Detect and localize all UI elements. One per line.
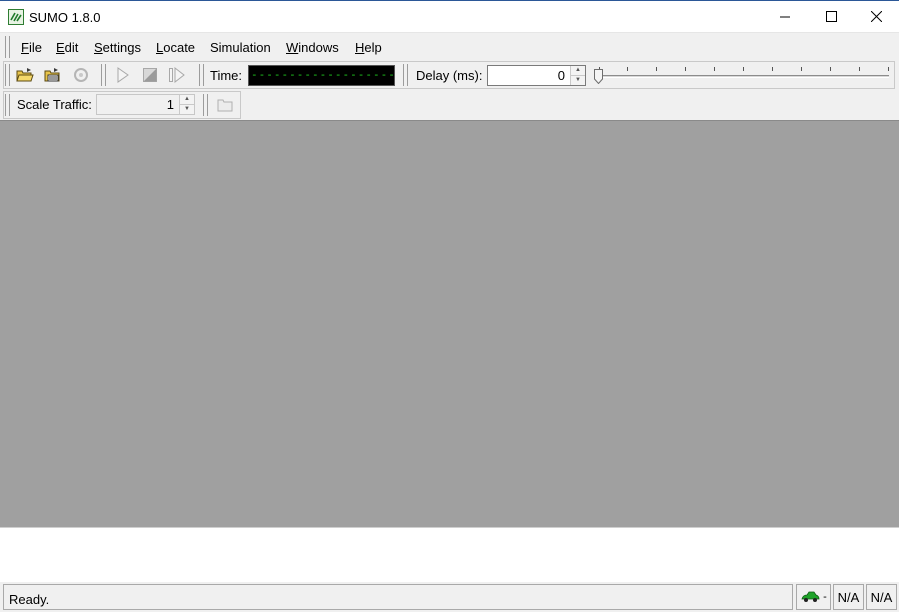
menu-locate[interactable]: Locate (156, 40, 195, 55)
traffic-toolbar: Scale Traffic: 1 ▲ ▼ (0, 90, 899, 120)
status-bar: Ready. - N/A N/A (0, 582, 899, 612)
time-label: Time: (210, 68, 243, 83)
run-icon (117, 67, 129, 83)
menu-edit[interactable]: Edit (56, 40, 78, 55)
spin-up-icon[interactable]: ▲ (571, 66, 585, 76)
toolbar-grip[interactable] (5, 64, 10, 86)
spin-down-icon[interactable]: ▼ (571, 76, 585, 86)
scale-spinner-arrows[interactable]: ▲ ▼ (179, 95, 194, 114)
stop-button[interactable] (139, 64, 161, 86)
vehicle-count: - (823, 591, 827, 603)
minimize-icon (779, 16, 790, 18)
open-network-button[interactable] (42, 64, 64, 86)
slider-tick (627, 67, 628, 71)
toolbar-separator (101, 64, 106, 86)
title-bar: SUMO 1.8.0 (0, 0, 899, 32)
reload-button[interactable] (70, 64, 92, 86)
stop-icon (143, 68, 157, 82)
menu-settings[interactable]: Settings (94, 40, 141, 55)
slider-tick (830, 67, 831, 71)
spin-up-icon[interactable]: ▲ (180, 95, 194, 105)
minimize-button[interactable] (762, 1, 808, 32)
reload-icon (74, 68, 88, 82)
slider-tick (772, 67, 773, 71)
toolbar-grip[interactable] (5, 94, 10, 116)
new-view-icon (217, 99, 233, 112)
status-message: Ready. (3, 584, 793, 610)
close-icon (870, 11, 882, 22)
toolbar-separator (199, 64, 204, 86)
toolbar-separator (403, 64, 408, 86)
slider-tick (888, 67, 889, 71)
close-button[interactable] (853, 1, 899, 32)
step-button[interactable] (166, 64, 188, 86)
run-button[interactable] (112, 64, 134, 86)
sumo-app-icon (8, 9, 24, 25)
time-display: -------------------- (248, 65, 395, 86)
new-view-button[interactable] (214, 94, 236, 116)
open-simulation-button[interactable] (14, 64, 36, 86)
maximize-icon (825, 11, 837, 22)
vehicle-status: - (796, 584, 831, 610)
toolbar-separator (203, 94, 208, 116)
open-network-icon (44, 68, 60, 82)
scale-traffic-spinner[interactable]: 1 ▲ ▼ (96, 94, 195, 115)
slider-tick (859, 67, 860, 71)
scale-traffic-label: Scale Traffic: (17, 97, 92, 112)
spin-down-icon[interactable]: ▼ (180, 105, 194, 115)
step-icon (169, 67, 185, 83)
delay-label: Delay (ms): (416, 68, 483, 83)
delay-slider-thumb[interactable] (594, 69, 603, 84)
slider-tick (656, 67, 657, 71)
window-title: SUMO 1.8.0 (29, 10, 101, 25)
menu-file[interactable]: File (21, 40, 42, 55)
delay-value: 0 (557, 68, 565, 83)
menu-simulation[interactable]: Simulation (210, 40, 271, 55)
open-simulation-icon (16, 68, 34, 82)
status-cell-2: N/A (866, 584, 897, 610)
slider-tick (685, 67, 686, 71)
scale-traffic-value: 1 (166, 97, 174, 112)
menu-help[interactable]: Help (355, 40, 382, 55)
simulation-canvas[interactable] (0, 120, 899, 527)
slider-tick (714, 67, 715, 71)
slider-tick (743, 67, 744, 71)
menubar-grip[interactable] (5, 36, 10, 58)
message-window[interactable] (0, 527, 899, 582)
delay-slider-track[interactable] (598, 75, 889, 78)
status-cell-1: N/A (833, 584, 864, 610)
slider-tick (801, 67, 802, 71)
menu-windows[interactable]: Windows (286, 40, 339, 55)
maximize-button[interactable] (808, 1, 854, 32)
menu-bar: File Edit Settings Locate Simulation Win… (0, 32, 899, 60)
delay-spinner-arrows[interactable]: ▲ ▼ (570, 66, 585, 85)
delay-spinner[interactable]: 0 ▲ ▼ (487, 65, 586, 86)
car-icon (801, 591, 820, 602)
